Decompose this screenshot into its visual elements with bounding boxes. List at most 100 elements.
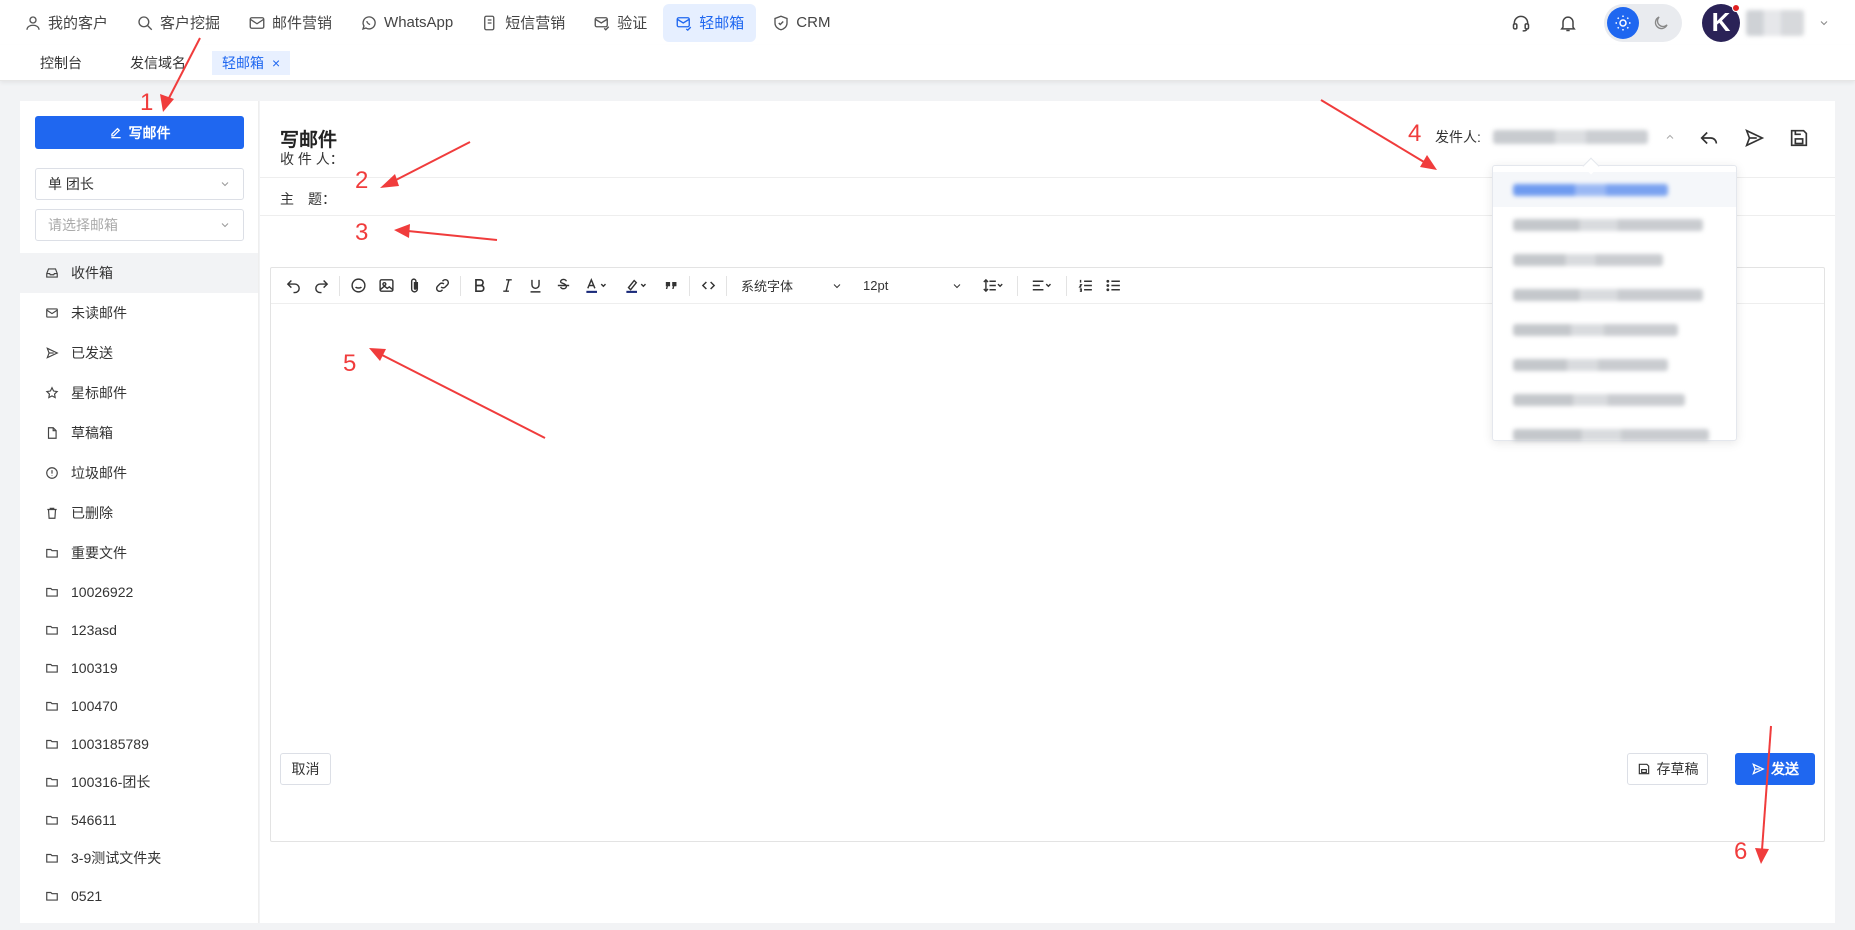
- folder-custom[interactable]: 0521: [20, 877, 258, 915]
- paperclip-icon: [410, 278, 418, 293]
- nav-whatsapp[interactable]: WhatsApp: [348, 4, 465, 42]
- undo-button[interactable]: [279, 272, 307, 300]
- folder-custom[interactable]: 10026922: [20, 573, 258, 611]
- nav-verify[interactable]: 验证: [581, 4, 659, 42]
- tab-dashboard[interactable]: 控制台: [20, 51, 102, 75]
- dark-mode-option[interactable]: [1645, 7, 1677, 39]
- send-icon[interactable]: [1743, 127, 1765, 149]
- reply-icon[interactable]: [1698, 127, 1720, 149]
- mailbox-select-placeholder: 请选择邮箱: [48, 217, 118, 233]
- italic-button[interactable]: [493, 272, 521, 300]
- recipient-field[interactable]: 收 件 人：: [280, 149, 344, 169]
- sender-option[interactable]: [1493, 382, 1736, 417]
- blockquote-button[interactable]: [657, 272, 685, 300]
- nav-label: 客户挖掘: [160, 15, 221, 32]
- headset-icon: [1512, 15, 1530, 32]
- sender-option[interactable]: [1493, 207, 1736, 242]
- light-mode-option[interactable]: [1607, 6, 1639, 39]
- folder-inbox[interactable]: 收件箱: [20, 253, 258, 293]
- folder-custom[interactable]: 100319: [20, 649, 258, 687]
- chevron-down-icon[interactable]: [1818, 17, 1830, 29]
- nav-label: 短信营销: [505, 15, 566, 32]
- send-button[interactable]: 发送: [1735, 753, 1815, 785]
- compose-button[interactable]: 写邮件: [35, 116, 244, 149]
- nav-customer-mining[interactable]: 客户挖掘: [124, 4, 232, 42]
- line-height-button[interactable]: [973, 272, 1013, 300]
- link-button[interactable]: [428, 272, 456, 300]
- cancel-button[interactable]: 取消: [280, 753, 331, 785]
- attachment-button[interactable]: [400, 272, 428, 300]
- nav-crm[interactable]: CRM: [760, 4, 842, 42]
- save-icon[interactable]: [1788, 127, 1810, 149]
- italic-icon: [502, 279, 512, 292]
- bold-button[interactable]: [465, 272, 493, 300]
- nav-email-marketing[interactable]: 邮件营销: [236, 4, 344, 42]
- folder-custom[interactable]: 546611: [20, 801, 258, 839]
- nav-label: 我的客户: [48, 15, 109, 32]
- folder-icon: [46, 548, 58, 558]
- font-family-select[interactable]: 系统字体: [735, 273, 849, 299]
- nav-sms-marketing[interactable]: 短信营销: [469, 4, 577, 42]
- folder-custom[interactable]: 3-9测试文件夹: [20, 839, 258, 877]
- close-icon[interactable]: ×: [272, 55, 280, 71]
- nav-label: CRM: [796, 14, 831, 31]
- sender-option-blurred: [1513, 253, 1663, 266]
- nav-light-mailbox[interactable]: 轻邮箱: [663, 3, 757, 42]
- nav-my-customers[interactable]: 我的客户: [12, 4, 120, 42]
- strikethrough-button[interactable]: [549, 272, 577, 300]
- folder-custom[interactable]: 100316-团长: [20, 763, 258, 801]
- folder-unread[interactable]: 未读邮件: [20, 293, 258, 333]
- text-color-button[interactable]: [577, 272, 617, 300]
- sender-option[interactable]: [1493, 242, 1736, 277]
- tab-light-mailbox[interactable]: 轻邮箱 ×: [212, 50, 291, 75]
- ordered-list-button[interactable]: [1071, 272, 1099, 300]
- sender-option[interactable]: [1493, 172, 1736, 207]
- undo-icon: [286, 280, 300, 294]
- tab-label: 控制台: [40, 54, 82, 71]
- toolbar-separator: [689, 275, 690, 296]
- code-button[interactable]: [694, 272, 722, 300]
- team-select[interactable]: 单 团长: [35, 168, 244, 200]
- font-size-select[interactable]: 12pt: [857, 273, 969, 299]
- folder-label: 123asd: [71, 622, 117, 638]
- highlight-color-button[interactable]: [617, 272, 657, 300]
- folder-custom[interactable]: 100470: [20, 687, 258, 725]
- image-button[interactable]: [372, 272, 400, 300]
- highlighter-icon: [626, 279, 647, 293]
- chevron-down-icon: [221, 182, 229, 187]
- sender-option-blurred: [1513, 428, 1709, 441]
- folder-important-files[interactable]: 重要文件: [20, 533, 258, 573]
- bullet-list-button[interactable]: [1099, 272, 1127, 300]
- subject-field[interactable]: 主 题：: [280, 189, 336, 209]
- theme-toggle[interactable]: [1604, 3, 1682, 42]
- folder-deleted[interactable]: 已删除: [20, 493, 258, 533]
- folder-custom[interactable]: 123asd: [20, 611, 258, 649]
- folder-starred[interactable]: 星标邮件: [20, 373, 258, 413]
- folder-spam[interactable]: 垃圾邮件: [20, 453, 258, 493]
- align-button[interactable]: [1022, 272, 1062, 300]
- folder-custom[interactable]: 1003185789: [20, 725, 258, 763]
- folder-sent[interactable]: 已发送: [20, 333, 258, 373]
- sent-icon: [46, 347, 59, 359]
- avatar[interactable]: K: [1702, 3, 1740, 42]
- sender-option-blurred: [1513, 358, 1668, 371]
- underline-button[interactable]: [521, 272, 549, 300]
- notifications-button[interactable]: [1553, 8, 1583, 38]
- user-name-blurred[interactable]: [1746, 9, 1804, 36]
- folder-list: 收件箱 未读邮件 已发送 星标邮件 草稿箱 垃圾邮件 已删除 重要文件 1002…: [20, 253, 258, 915]
- sender-option[interactable]: [1493, 277, 1736, 312]
- tab-sending-domain[interactable]: 发信域名: [114, 51, 200, 75]
- sender-select[interactable]: 发件人:: [1435, 127, 1676, 147]
- sender-option[interactable]: [1493, 417, 1736, 452]
- sender-option[interactable]: [1493, 312, 1736, 347]
- redo-button[interactable]: [307, 272, 335, 300]
- nav-label: WhatsApp: [384, 14, 454, 31]
- mailbox-select[interactable]: 请选择邮箱: [35, 209, 244, 241]
- support-button[interactable]: [1506, 8, 1536, 38]
- folder-label: 星标邮件: [71, 385, 127, 401]
- toolbar-separator: [1017, 275, 1018, 296]
- sender-option[interactable]: [1493, 347, 1736, 382]
- save-draft-button[interactable]: 存草稿: [1627, 753, 1708, 785]
- emoji-button[interactable]: [344, 272, 372, 300]
- folder-drafts[interactable]: 草稿箱: [20, 413, 258, 453]
